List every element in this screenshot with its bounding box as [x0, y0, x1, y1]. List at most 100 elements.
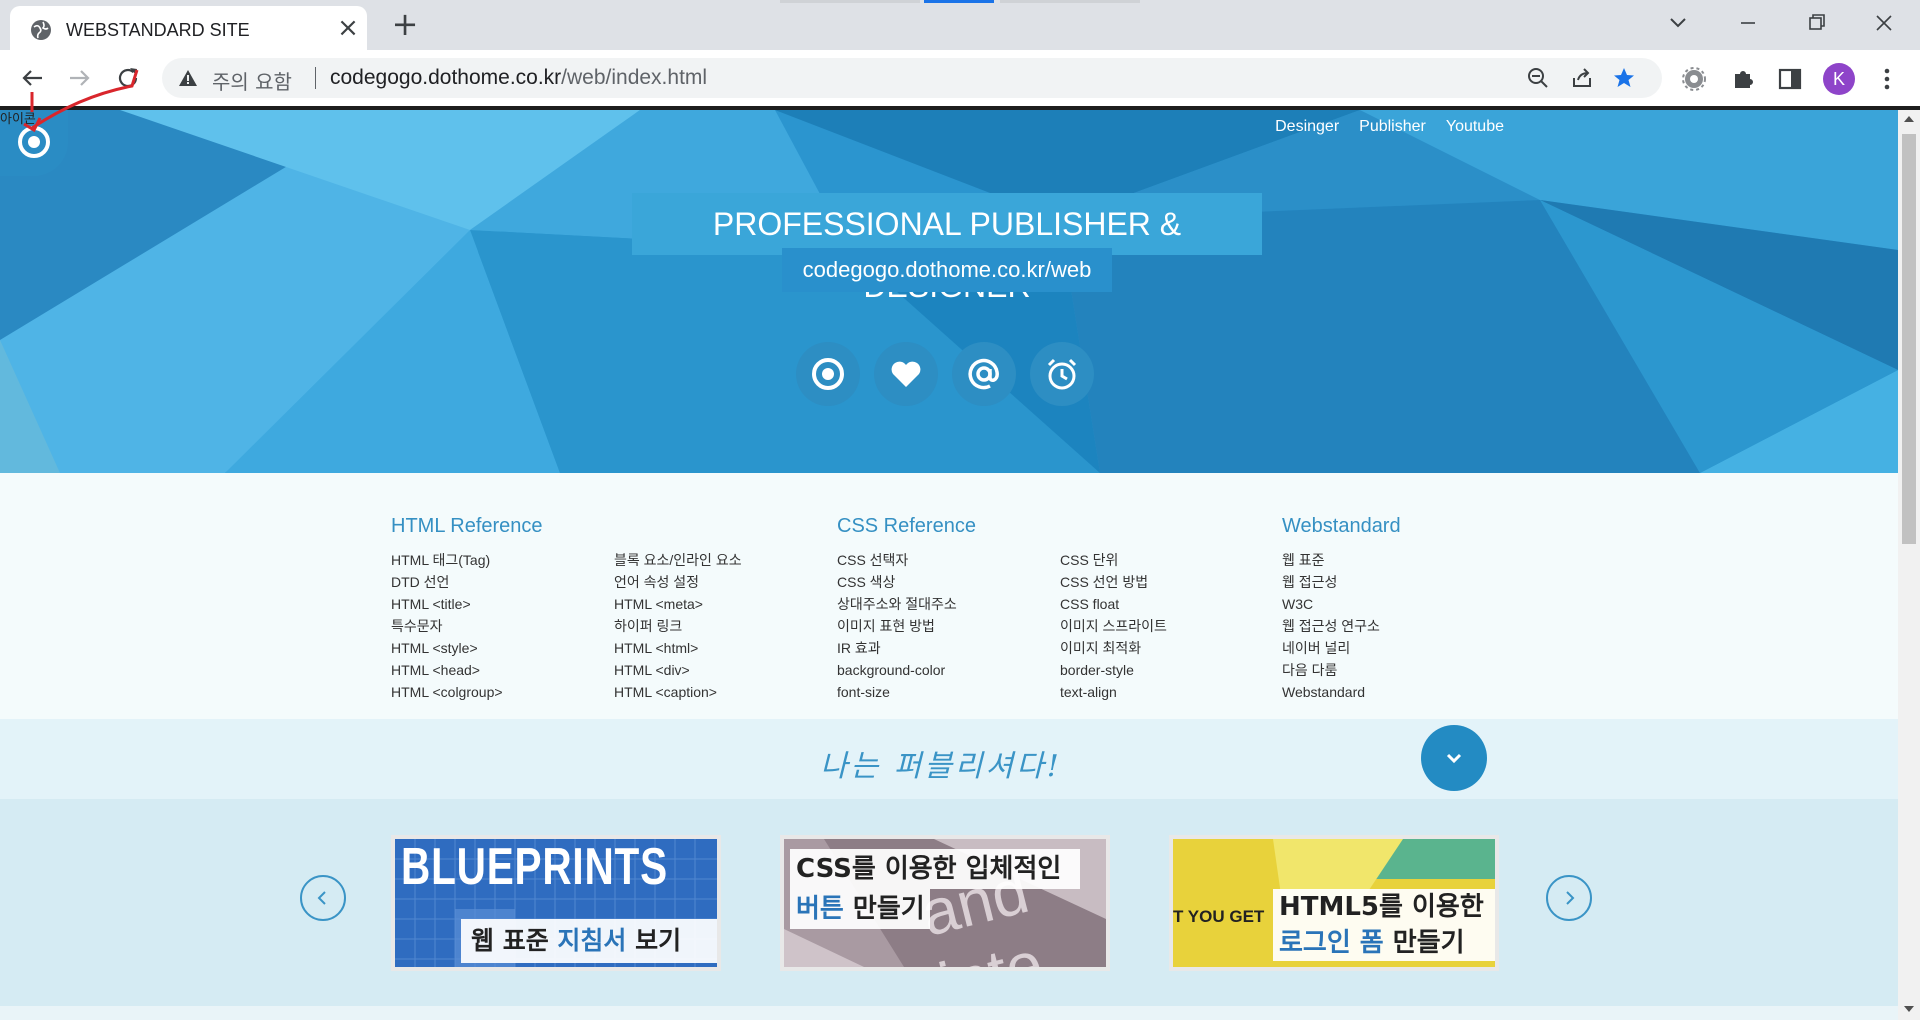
- tab-divider: [1000, 0, 1140, 3]
- hero-alarm-button[interactable]: [1030, 342, 1094, 406]
- list-item[interactable]: CSS 색상: [837, 571, 957, 593]
- html-reference-list: HTML 태그(Tag) DTD 선언 HTML <title> 특수문자 HT…: [391, 549, 503, 703]
- scroll-thumb[interactable]: [1902, 134, 1916, 544]
- list-item[interactable]: CSS 단위: [1060, 549, 1167, 571]
- card-caption-2: 로그인 폼 만들기: [1273, 925, 1495, 961]
- list-item[interactable]: HTML <meta>: [614, 593, 742, 615]
- card-big-title: BLUEPRINTS: [401, 838, 668, 896]
- list-item[interactable]: HTML <title>: [391, 593, 503, 615]
- warning-icon[interactable]: [178, 68, 198, 88]
- html-reference-title[interactable]: HTML Reference: [391, 515, 543, 538]
- side-panel-icon[interactable]: [1777, 66, 1803, 92]
- top-nav: Desinger Publisher Youtube: [1275, 118, 1504, 136]
- menu-kebab-icon[interactable]: [1874, 66, 1900, 92]
- nav-link-publisher[interactable]: Publisher: [1359, 118, 1426, 136]
- list-item[interactable]: 상대주소와 절대주소: [837, 593, 957, 615]
- slider-prev-button[interactable]: [300, 875, 346, 921]
- scroll-up-arrow[interactable]: [1904, 116, 1914, 122]
- webstandard-title[interactable]: Webstandard: [1282, 515, 1401, 538]
- url-text[interactable]: codegogo.dothome.co.kr/web/index.html: [330, 66, 707, 90]
- caption-highlight: 버튼: [796, 894, 844, 924]
- list-item[interactable]: CSS 선언 방법: [1060, 571, 1167, 593]
- extension-gear-icon[interactable]: [1681, 66, 1707, 92]
- list-item[interactable]: text-align: [1060, 681, 1167, 703]
- css-reference-list-2: CSS 단위 CSS 선언 방법 CSS float 이미지 스프라이트 이미지…: [1060, 549, 1167, 703]
- css-reference-title[interactable]: CSS Reference: [837, 515, 976, 538]
- list-item[interactable]: 언어 속성 설정: [614, 571, 742, 593]
- list-item[interactable]: W3C: [1282, 593, 1380, 615]
- loading-indicator: [924, 0, 994, 3]
- list-item[interactable]: HTML <colgroup>: [391, 681, 503, 703]
- address-bar[interactable]: 주의 요함 codegogo.dothome.co.kr/web/index.h…: [162, 58, 1662, 98]
- hero-target-button[interactable]: [796, 342, 860, 406]
- list-item[interactable]: CSS float: [1060, 593, 1167, 615]
- list-item[interactable]: DTD 선언: [391, 571, 503, 593]
- caption-highlight: 지침서: [557, 926, 627, 955]
- list-item[interactable]: 이미지 표현 방법: [837, 615, 957, 637]
- at-icon: [968, 358, 999, 390]
- share-icon[interactable]: [1570, 66, 1594, 90]
- css-reference-list: CSS 선택자 CSS 색상 상대주소와 절대주소 이미지 표현 방법 IR 효…: [837, 549, 957, 703]
- list-item[interactable]: HTML <style>: [391, 637, 503, 659]
- chevron-right-icon: [1566, 891, 1575, 905]
- caption-text: 웹 표준: [471, 926, 558, 955]
- nav-link-designer[interactable]: Desinger: [1275, 118, 1339, 136]
- list-item[interactable]: HTML <head>: [391, 659, 503, 681]
- list-item[interactable]: font-size: [837, 681, 957, 703]
- list-item[interactable]: 특수문자: [391, 615, 503, 637]
- list-item[interactable]: HTML <div>: [614, 659, 742, 681]
- list-item[interactable]: background-color: [837, 659, 957, 681]
- zoom-out-icon[interactable]: [1526, 66, 1550, 90]
- nav-link-youtube[interactable]: Youtube: [1446, 118, 1504, 136]
- bookmark-star-icon[interactable]: [1612, 66, 1636, 90]
- new-tab-button[interactable]: +: [390, 8, 420, 40]
- slogan-band: 나는 퍼블리셔다!: [0, 719, 1898, 799]
- page-scrollbar[interactable]: [1898, 110, 1920, 1020]
- list-item[interactable]: 네이버 널리: [1282, 637, 1380, 659]
- caption-text-end: 만들기: [1383, 928, 1465, 958]
- browser-toolbar: 주의 요함 codegogo.dothome.co.kr/web/index.h…: [0, 50, 1920, 106]
- tab-strip: WEBSTANDARD SITE × +: [0, 0, 1920, 50]
- heart-icon: [891, 361, 921, 387]
- card-html5-login[interactable]: T YOU GET HTML5를 이용한 로그인 폼 만들기: [1169, 835, 1499, 971]
- card-css-button[interactable]: and inte CSS를 이용한 입체적인 버튼 만들기: [780, 835, 1110, 971]
- footer-edge: [0, 1006, 1898, 1020]
- close-window-icon[interactable]: [1866, 8, 1902, 38]
- caption-text-end: 보기: [626, 926, 682, 955]
- list-item[interactable]: 웹 접근성 연구소: [1282, 615, 1380, 637]
- list-item[interactable]: Webstandard: [1282, 681, 1380, 703]
- scroll-down-button[interactable]: [1421, 725, 1487, 791]
- list-item[interactable]: 웹 표준: [1282, 549, 1380, 571]
- card-caption-1: HTML5를 이용한: [1273, 889, 1495, 925]
- card-blueprints[interactable]: BLUEPRINTS 웹 표준 지침서 보기: [391, 835, 721, 971]
- profile-avatar[interactable]: K: [1823, 63, 1855, 95]
- chevron-left-icon: [317, 891, 326, 905]
- caption-highlight: 로그인 폼: [1279, 928, 1384, 958]
- tab-search-icon[interactable]: [1660, 8, 1696, 38]
- list-item[interactable]: HTML <html>: [614, 637, 742, 659]
- list-item[interactable]: CSS 선택자: [837, 549, 957, 571]
- list-item[interactable]: 이미지 스프라이트: [1060, 615, 1167, 637]
- hero-heart-button[interactable]: [874, 342, 938, 406]
- list-item[interactable]: border-style: [1060, 659, 1167, 681]
- list-item[interactable]: 블록 요소/인라인 요소: [614, 549, 742, 571]
- list-item[interactable]: IR 효과: [837, 637, 957, 659]
- list-item[interactable]: 다음 다룸: [1282, 659, 1380, 681]
- hero-at-button[interactable]: [952, 342, 1016, 406]
- url-path: /web/index.html: [561, 66, 708, 89]
- close-tab-icon[interactable]: ×: [336, 15, 360, 41]
- omnibox-divider: [315, 67, 316, 89]
- slider-next-button[interactable]: [1546, 875, 1592, 921]
- scroll-down-arrow[interactable]: [1904, 1006, 1914, 1012]
- list-item[interactable]: HTML <caption>: [614, 681, 742, 703]
- puzzle-icon[interactable]: [1730, 66, 1756, 92]
- subheadline-box: codegogo.dothome.co.kr/web: [782, 248, 1112, 292]
- security-warning[interactable]: 주의 요함: [212, 66, 292, 95]
- list-item[interactable]: 하이퍼 링크: [614, 615, 742, 637]
- minimize-icon[interactable]: [1730, 8, 1766, 38]
- target-icon: [812, 358, 844, 390]
- list-item[interactable]: HTML 태그(Tag): [391, 549, 503, 571]
- restore-icon[interactable]: [1798, 8, 1834, 38]
- list-item[interactable]: 이미지 최적화: [1060, 637, 1167, 659]
- list-item[interactable]: 웹 접근성: [1282, 571, 1380, 593]
